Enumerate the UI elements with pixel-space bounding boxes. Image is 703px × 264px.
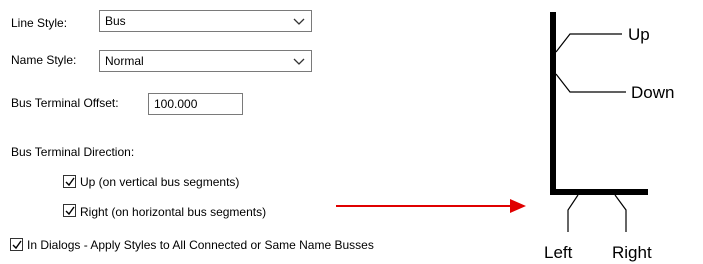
name-style-label: Name Style:	[11, 53, 77, 67]
diagram-label-up: Up	[628, 25, 650, 44]
chevron-down-icon	[293, 54, 305, 68]
bus-terminal-offset-input[interactable]: 100.000	[148, 93, 243, 115]
right-checkbox[interactable]	[63, 204, 76, 217]
diagram-label-right: Right	[612, 243, 652, 262]
checkmark-icon	[12, 240, 22, 250]
line-style-value: Bus	[105, 14, 126, 28]
chevron-down-icon	[293, 14, 305, 28]
bus-diagram: Up Down Left Right	[544, 12, 674, 262]
line-style-label: Line Style:	[11, 16, 68, 30]
line-style-select[interactable]: Bus	[99, 10, 312, 32]
apply-styles-label[interactable]: In Dialogs - Apply Styles to All Connect…	[27, 238, 374, 252]
diagram-label-down: Down	[631, 83, 674, 102]
up-checkbox-label[interactable]: Up (on vertical bus segments)	[80, 175, 239, 189]
apply-styles-checkbox[interactable]	[10, 238, 23, 251]
bus-terminal-offset-value: 100.000	[154, 97, 198, 111]
up-checkbox[interactable]	[63, 175, 76, 188]
diagram-label-left: Left	[544, 243, 573, 262]
name-style-select[interactable]: Normal	[99, 50, 312, 72]
right-checkbox-label[interactable]: Right (on horizontal bus segments)	[80, 205, 266, 219]
red-arrow-icon	[336, 199, 526, 213]
checkmark-icon	[65, 177, 75, 187]
bus-terminal-offset-label: Bus Terminal Offset:	[11, 96, 119, 110]
bus-terminal-direction-label: Bus Terminal Direction:	[11, 145, 135, 159]
name-style-value: Normal	[105, 54, 144, 68]
checkmark-icon	[65, 206, 75, 216]
bus-terminal-taps	[555, 33, 627, 232]
